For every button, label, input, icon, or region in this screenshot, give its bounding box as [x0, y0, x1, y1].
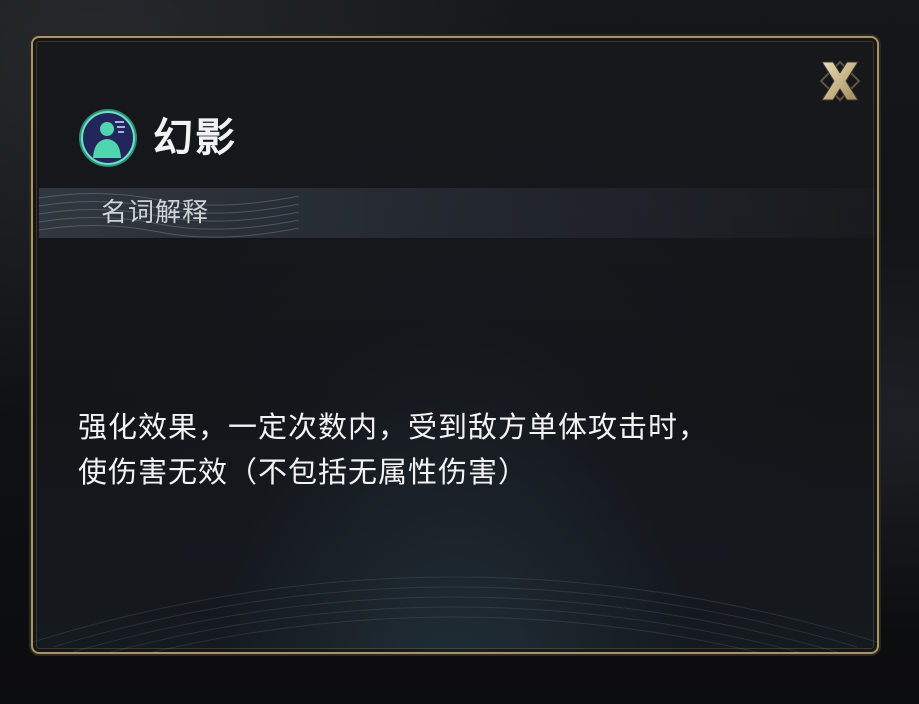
section-label: 名词解释: [101, 198, 210, 228]
close-button[interactable]: [813, 54, 867, 108]
term-description: 强化效果，一定次数内，受到敌方单体攻击时， 使伤害无效（不包括无属性伤害）: [78, 405, 858, 495]
section-header: 名词解释: [39, 188, 875, 238]
character-silhouette-icon: [79, 109, 137, 167]
glossary-dialog: 幻影 名词解释 强化效果，一定次数内，受到敌方单体攻击时， 使伤害无效（不包括无…: [31, 36, 879, 654]
description-line: 使伤害无效（不包括无属性伤害）: [78, 455, 529, 489]
dialog-title: 幻影: [153, 115, 237, 161]
description-line: 强化效果，一定次数内，受到敌方单体攻击时，: [78, 410, 709, 444]
close-x-icon: [819, 60, 861, 102]
decorative-wave-pattern: [33, 576, 877, 652]
